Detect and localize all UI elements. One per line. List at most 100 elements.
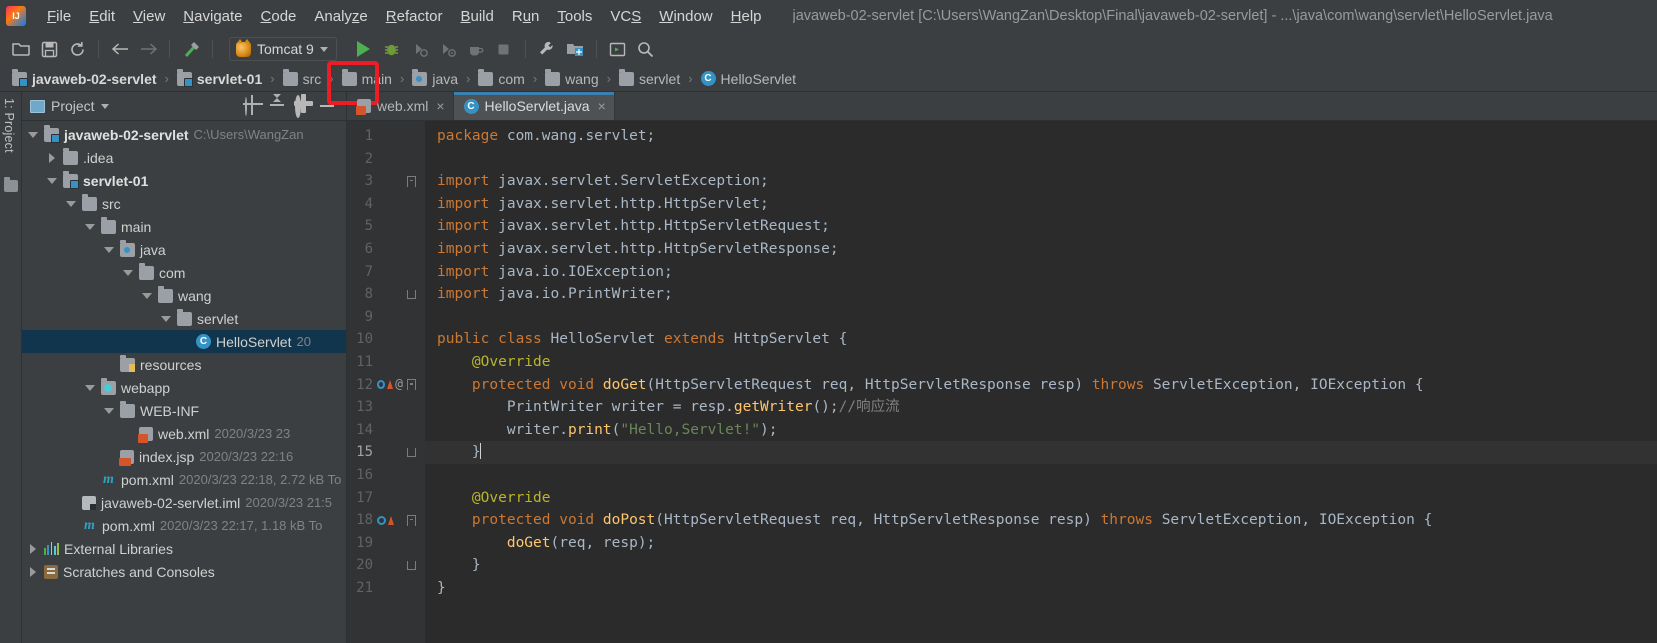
tree-item-pom-xml[interactable]: m pom.xml 2020/3/23 22:17, 1.18 kB To (22, 514, 346, 537)
tree-item-resources[interactable]: resources (22, 353, 346, 376)
breadcrumb-item-javaweb-02-servlet[interactable]: javaweb-02-servlet (8, 68, 161, 87)
code-line-4[interactable]: import javax.servlet.http.HttpServlet; (425, 193, 1657, 216)
gutter-line-1[interactable]: 1 (347, 125, 425, 148)
code-line-5[interactable]: import javax.servlet.http.HttpServletReq… (425, 215, 1657, 238)
tree-item-web-xml[interactable]: web.xml 2020/3/23 23 (22, 422, 346, 445)
tree-toggle-down-icon[interactable] (142, 290, 153, 301)
tree-toggle-down-icon[interactable] (104, 405, 115, 416)
gutter-markers[interactable] (373, 515, 403, 525)
breadcrumb-item-src[interactable]: src (279, 68, 326, 87)
run-with-coverage-button[interactable] (407, 36, 433, 62)
run-configuration-selector[interactable]: Tomcat 9 (229, 37, 337, 61)
gutter-line-14[interactable]: 14 (347, 419, 425, 442)
tree-item-index-jsp[interactable]: index.jsp 2020/3/23 22:16 (22, 445, 346, 468)
annotation-marker[interactable]: @ (395, 374, 403, 397)
tree-item-scratches-and-consoles[interactable]: Scratches and Consoles (22, 560, 346, 583)
gutter-line-3[interactable]: 3 (347, 170, 425, 193)
gutter-line-12[interactable]: 12 @ (347, 374, 425, 397)
code-line-15[interactable]: } (425, 441, 1657, 464)
menu-edit[interactable]: Edit (80, 5, 124, 28)
sync-icon[interactable] (64, 36, 90, 62)
breadcrumb-item-com[interactable]: com (474, 68, 528, 87)
fold-collapse-icon[interactable] (406, 175, 416, 187)
breadcrumb-item-java[interactable]: java (408, 68, 462, 87)
tree-item-external-libraries[interactable]: External Libraries (22, 537, 346, 560)
gutter-line-20[interactable]: 20 (347, 554, 425, 577)
code-line-9[interactable] (425, 306, 1657, 329)
fold-region-control[interactable] (403, 514, 419, 526)
search-everywhere-icon[interactable] (633, 36, 659, 62)
override-marker[interactable] (377, 380, 386, 390)
menu-window[interactable]: Window (650, 5, 721, 28)
editor-code-content[interactable]: package com.wang.servlet; import javax.s… (425, 121, 1657, 643)
tree-item-javaweb-02-servlet-iml[interactable]: javaweb-02-servlet.iml 2020/3/23 21:5 (22, 491, 346, 514)
tree-item-servlet-01[interactable]: servlet-01 (22, 169, 346, 192)
code-line-10[interactable]: public class HelloServlet extends HttpSe… (425, 328, 1657, 351)
tree-toggle-down-icon[interactable] (47, 175, 58, 186)
breadcrumb-item-main[interactable]: main (338, 68, 396, 87)
menu-tools[interactable]: Tools (548, 5, 601, 28)
attach-debugger-button[interactable] (463, 36, 489, 62)
tree-item-pom-xml[interactable]: m pom.xml 2020/3/23 22:18, 2.72 kB To (22, 468, 346, 491)
code-line-17[interactable]: @Override (425, 487, 1657, 510)
tab-web-xml[interactable]: web.xml × (347, 92, 454, 120)
tree-toggle-down-icon[interactable] (85, 382, 96, 393)
code-line-1[interactable]: package com.wang.servlet; (425, 125, 1657, 148)
code-line-7[interactable]: import java.io.IOException; (425, 261, 1657, 284)
breadcrumb-item-HelloServlet[interactable]: HelloServlet (697, 71, 800, 87)
code-line-19[interactable]: doGet(req, resp); (425, 532, 1657, 555)
menu-build[interactable]: Build (451, 5, 502, 28)
gutter-line-13[interactable]: 13 (347, 396, 425, 419)
code-editor[interactable]: 1 2 3 4 5 6 7 8 9 10 11 12 @13 14 15 16 17 18 19 20 21 packa… (347, 121, 1657, 643)
debug-button[interactable] (379, 36, 405, 62)
tree-toggle-right-icon[interactable] (28, 543, 39, 554)
tree-toggle-down-icon[interactable] (123, 267, 134, 278)
tree-toggle-right-icon[interactable] (47, 152, 58, 163)
fold-region-control[interactable] (403, 379, 419, 391)
save-all-icon[interactable] (36, 36, 62, 62)
menu-analyze[interactable]: Analyze (305, 5, 376, 28)
code-line-13[interactable]: PrintWriter writer = resp.getWriter();//… (425, 396, 1657, 419)
collapse-all-button[interactable] (270, 94, 286, 114)
gutter-line-6[interactable]: 6 (347, 238, 425, 261)
code-line-21[interactable]: } (425, 577, 1657, 600)
code-line-11[interactable]: @Override (425, 351, 1657, 374)
tree-item-com[interactable]: com (22, 261, 346, 284)
menu-view[interactable]: View (124, 5, 174, 28)
run-button[interactable] (351, 36, 377, 62)
gutter-line-21[interactable]: 21 (347, 577, 425, 600)
fold-collapse-icon[interactable] (406, 379, 416, 391)
fold-region-control[interactable] (403, 448, 419, 458)
menu-file[interactable]: File (38, 5, 80, 28)
gutter-line-15[interactable]: 15 (347, 441, 425, 464)
code-line-16[interactable] (425, 464, 1657, 487)
tree-item--idea[interactable]: .idea (22, 146, 346, 169)
breadcrumb-item-servlet-01[interactable]: servlet-01 (173, 68, 266, 87)
build-project-icon[interactable] (178, 36, 204, 62)
gutter-line-10[interactable]: 10 (347, 328, 425, 351)
project-settings-button[interactable] (295, 95, 311, 118)
gutter-line-7[interactable]: 7 (347, 261, 425, 284)
locate-file-button[interactable] (245, 97, 261, 116)
gutter-line-8[interactable]: 8 (347, 283, 425, 306)
implemented-marker[interactable] (388, 515, 394, 525)
menu-help[interactable]: Help (722, 5, 771, 28)
tree-toggle-down-icon[interactable] (28, 129, 39, 140)
tree-toggle-down-icon[interactable] (85, 221, 96, 232)
menu-refactor[interactable]: Refactor (377, 5, 452, 28)
tree-item-web-inf[interactable]: WEB-INF (22, 399, 346, 422)
tool-window-button-project[interactable]: 1: Project (2, 98, 16, 153)
tree-toggle-down-icon[interactable] (66, 198, 77, 209)
implemented-marker[interactable] (387, 380, 394, 390)
gutter-line-18[interactable]: 18 (347, 509, 425, 532)
code-line-18[interactable]: protected void doPost(HttpServletRequest… (425, 509, 1657, 532)
stop-button[interactable] (491, 36, 517, 62)
override-marker[interactable] (377, 515, 386, 525)
gutter-markers[interactable]: @ (373, 374, 403, 397)
gutter-line-5[interactable]: 5 (347, 215, 425, 238)
tree-item-wang[interactable]: wang (22, 284, 346, 307)
breadcrumb-item-wang[interactable]: wang (541, 68, 602, 87)
tree-toggle-down-icon[interactable] (104, 244, 115, 255)
settings-icon[interactable] (534, 36, 560, 62)
code-line-6[interactable]: import javax.servlet.http.HttpServletRes… (425, 238, 1657, 261)
